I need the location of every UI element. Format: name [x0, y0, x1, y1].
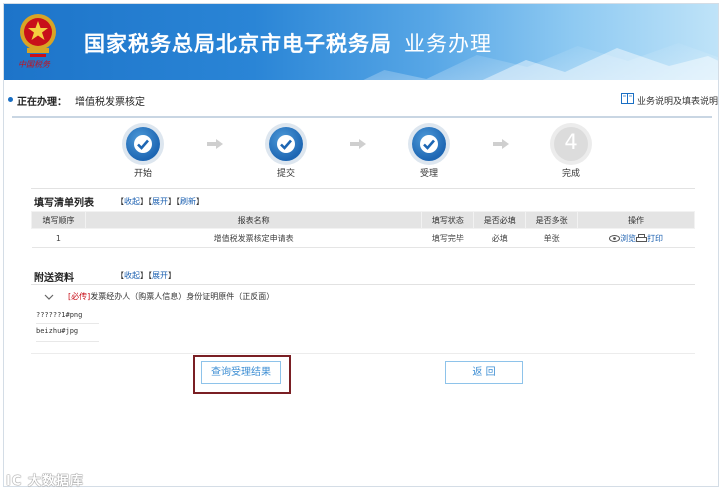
form-list-table: 填写顺序 报表名称 填写状态 是否必填 是否多张 操作 1 增值税发票核定申请表…	[31, 211, 695, 248]
divider	[36, 341, 99, 342]
book-icon[interactable]	[621, 93, 634, 104]
check-icon	[277, 135, 295, 153]
required-tag: [必传]	[68, 292, 91, 301]
table-row: 1 增值税发票核定申请表 填写完毕 必填 单张 浏览 打印	[31, 228, 695, 248]
tax-emblem-icon	[20, 14, 56, 57]
form-list-actions: 【收起】【展开】【刷新】	[116, 197, 204, 206]
eye-icon[interactable]	[609, 234, 621, 242]
check-icon	[134, 135, 152, 153]
divider	[36, 323, 99, 324]
site-title: 国家税务总局北京市电子税务局	[84, 32, 392, 56]
expand-link[interactable]: 展开	[152, 271, 168, 280]
print-link[interactable]: 打印	[647, 234, 663, 243]
step-label: 开始	[133, 169, 152, 179]
column-header: 报表名称	[84, 211, 423, 229]
attached-file[interactable]: beizhu#jpg	[36, 327, 78, 335]
arrow-right-icon	[350, 139, 366, 149]
arrow-right-icon	[207, 139, 223, 149]
check-icon	[420, 135, 438, 153]
form-list-title: 填写清单列表	[34, 198, 94, 209]
page-frame: 中国税务 国家税务总局北京市电子税务局 业务办理 正在办理： 增值税发票核定 业…	[3, 3, 719, 487]
collapse-link[interactable]: 收起	[124, 271, 140, 280]
attachment-item[interactable]: [必传]发票经办人（购票人信息）身份证明原件（正反面）	[44, 291, 274, 302]
divider	[31, 188, 695, 189]
divider	[12, 116, 712, 118]
divider	[31, 353, 695, 354]
view-link[interactable]: 浏览	[620, 234, 636, 243]
column-header: 是否必填	[473, 211, 527, 229]
column-header: 填写顺序	[31, 211, 86, 229]
step-accept-icon	[412, 127, 446, 161]
bullet-icon	[8, 97, 13, 102]
step-complete-icon: 4	[554, 127, 588, 161]
query-result-button[interactable]: 查询受理结果	[201, 361, 281, 384]
multiple-status: 单张	[525, 228, 578, 248]
required-status: 必填	[473, 228, 526, 248]
step-label: 完成	[561, 169, 580, 179]
step-submit-icon	[269, 127, 303, 161]
attached-file[interactable]: ??????1#png	[36, 311, 82, 319]
table-header-row: 填写顺序 报表名称 填写状态 是否必填 是否多张 操作	[31, 211, 695, 229]
collapse-link[interactable]: 收起	[124, 197, 140, 206]
step-start-icon	[126, 127, 160, 161]
emblem-caption: 中国税务	[18, 60, 50, 69]
refresh-link[interactable]: 刷新	[180, 197, 196, 206]
column-header: 操作	[577, 211, 695, 229]
watermark: IC 大数据库	[6, 474, 84, 489]
printer-icon[interactable]	[636, 233, 648, 243]
attachment-name: 发票经办人（购票人信息）身份证明原件（正反面）	[90, 292, 275, 301]
attachments-title: 附送资料	[34, 273, 74, 284]
chevron-down-icon[interactable]	[44, 294, 54, 300]
step-label: 受理	[419, 169, 438, 179]
status-label: 正在办理：	[17, 97, 67, 108]
row-order: 1	[31, 228, 86, 248]
row-operations: 浏览 打印	[577, 228, 695, 248]
help-link[interactable]: 业务说明及填表说明	[637, 94, 718, 107]
step-label: 提交	[276, 169, 295, 179]
fill-status: 填写完毕	[421, 228, 474, 248]
attachments-actions: 【收起】【展开】	[116, 271, 176, 280]
step-number: 4	[564, 130, 578, 154]
expand-link[interactable]: 展开	[152, 197, 168, 206]
arrow-right-icon	[493, 139, 509, 149]
current-business: 增值税发票核定	[75, 97, 145, 108]
status-bar: 正在办理： 增值税发票核定 业务说明及填表说明	[4, 88, 718, 112]
header-banner: 中国税务 国家税务总局北京市电子税务局 业务办理	[4, 4, 718, 80]
site-subtitle: 业务办理	[404, 32, 492, 56]
report-name: 增值税发票核定申请表	[85, 228, 422, 248]
column-header: 填写状态	[421, 211, 475, 229]
back-button[interactable]: 返 回	[445, 361, 523, 384]
divider	[31, 284, 695, 285]
column-header: 是否多张	[525, 211, 579, 229]
